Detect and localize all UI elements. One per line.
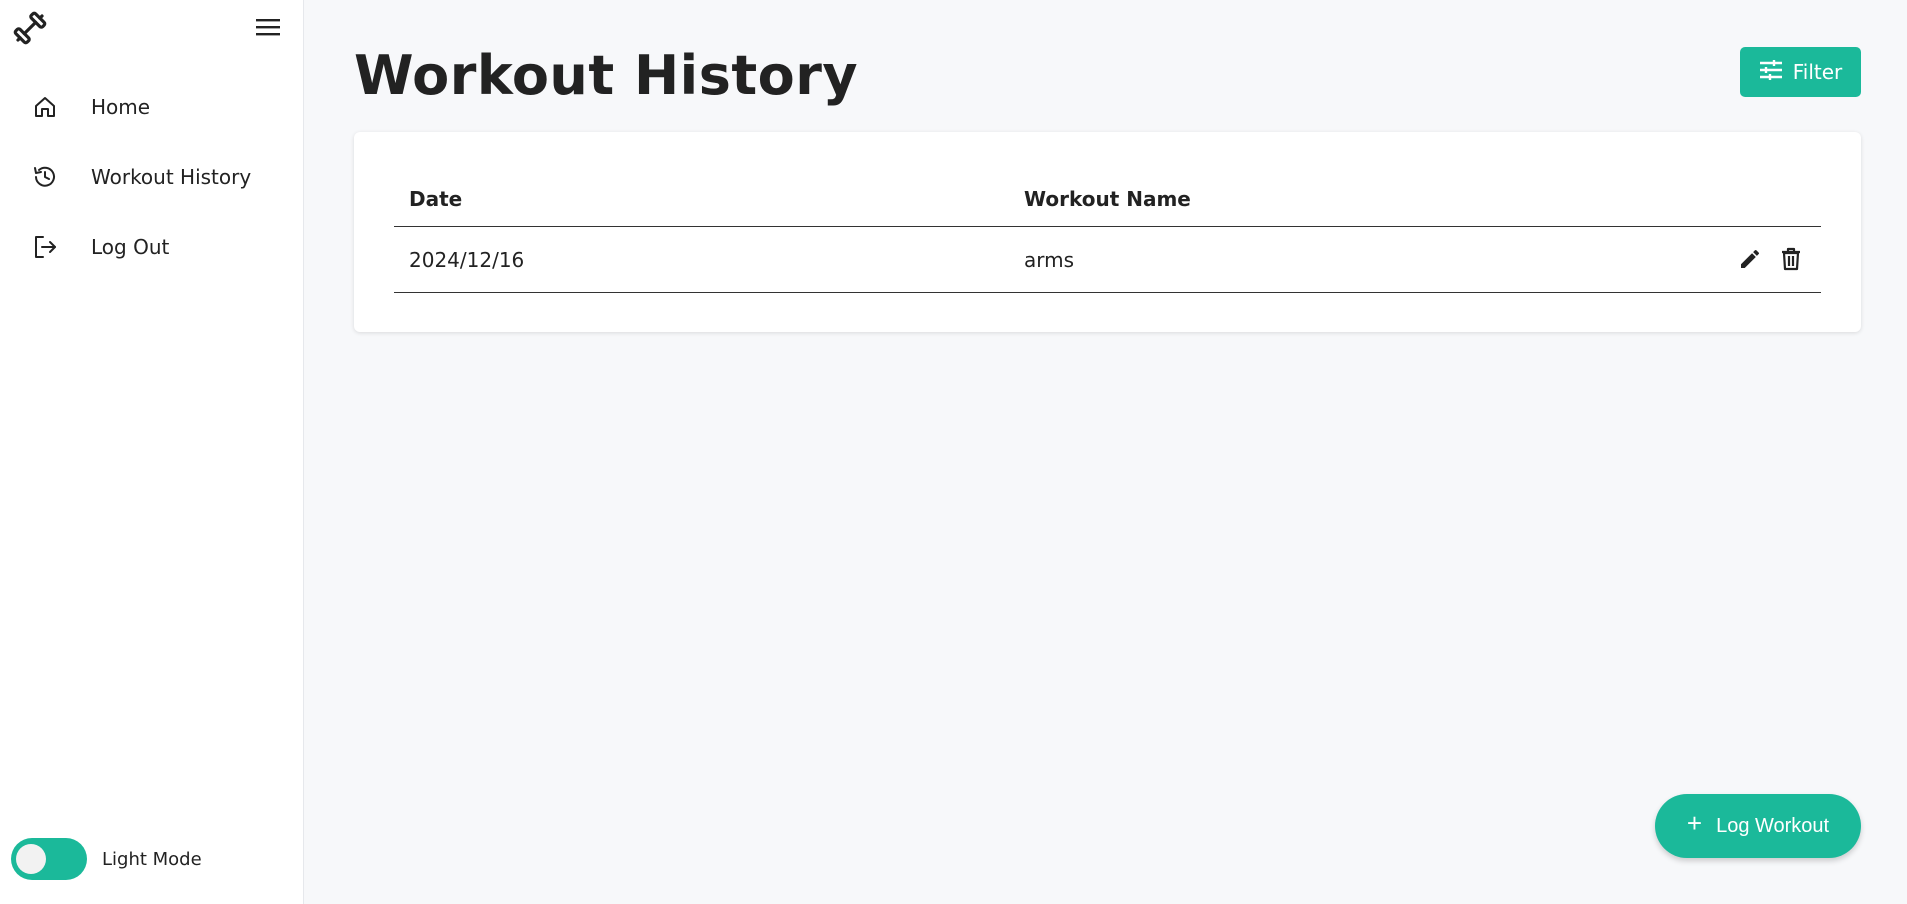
column-header-workout-name: Workout Name xyxy=(1024,187,1191,211)
theme-toggle-row: Light Mode xyxy=(11,838,202,880)
cell-date: 2024/12/16 xyxy=(409,248,525,272)
sidebar-item-label: Log Out xyxy=(91,235,170,259)
sidebar-item-workout-history[interactable]: Workout History xyxy=(0,149,304,205)
row-divider xyxy=(394,292,1821,293)
sidebar-item-label: Home xyxy=(91,95,151,119)
workout-table-card xyxy=(354,132,1861,332)
theme-toggle[interactable] xyxy=(11,838,87,880)
theme-label: Light Mode xyxy=(102,848,202,870)
logout-icon xyxy=(32,234,58,260)
toggle-knob xyxy=(16,844,46,874)
filter-button[interactable]: Filter xyxy=(1740,47,1861,97)
log-workout-label: Log Workout xyxy=(1716,814,1830,837)
sidebar: Home Workout History Log Out Light Mode xyxy=(0,0,304,904)
history-icon xyxy=(32,164,58,190)
column-header-date: Date xyxy=(409,187,463,211)
log-workout-button[interactable]: + Log Workout xyxy=(1655,794,1861,858)
edit-pencil-icon[interactable] xyxy=(1735,244,1765,274)
plus-icon: + xyxy=(1686,808,1703,838)
filter-label: Filter xyxy=(1792,60,1843,84)
delete-trash-icon[interactable] xyxy=(1776,244,1806,274)
home-icon xyxy=(32,94,58,120)
sidebar-item-home[interactable]: Home xyxy=(0,79,304,135)
page-title: Workout History xyxy=(354,44,859,107)
sidebar-item-label: Workout History xyxy=(91,165,252,189)
sliders-icon xyxy=(1759,59,1783,86)
sidebar-item-log-out[interactable]: Log Out xyxy=(0,219,304,275)
header-divider xyxy=(394,226,1821,227)
cell-workout-name: arms xyxy=(1024,248,1075,272)
dumbbell-logo-icon[interactable] xyxy=(12,10,48,46)
hamburger-menu-icon[interactable] xyxy=(252,14,284,40)
